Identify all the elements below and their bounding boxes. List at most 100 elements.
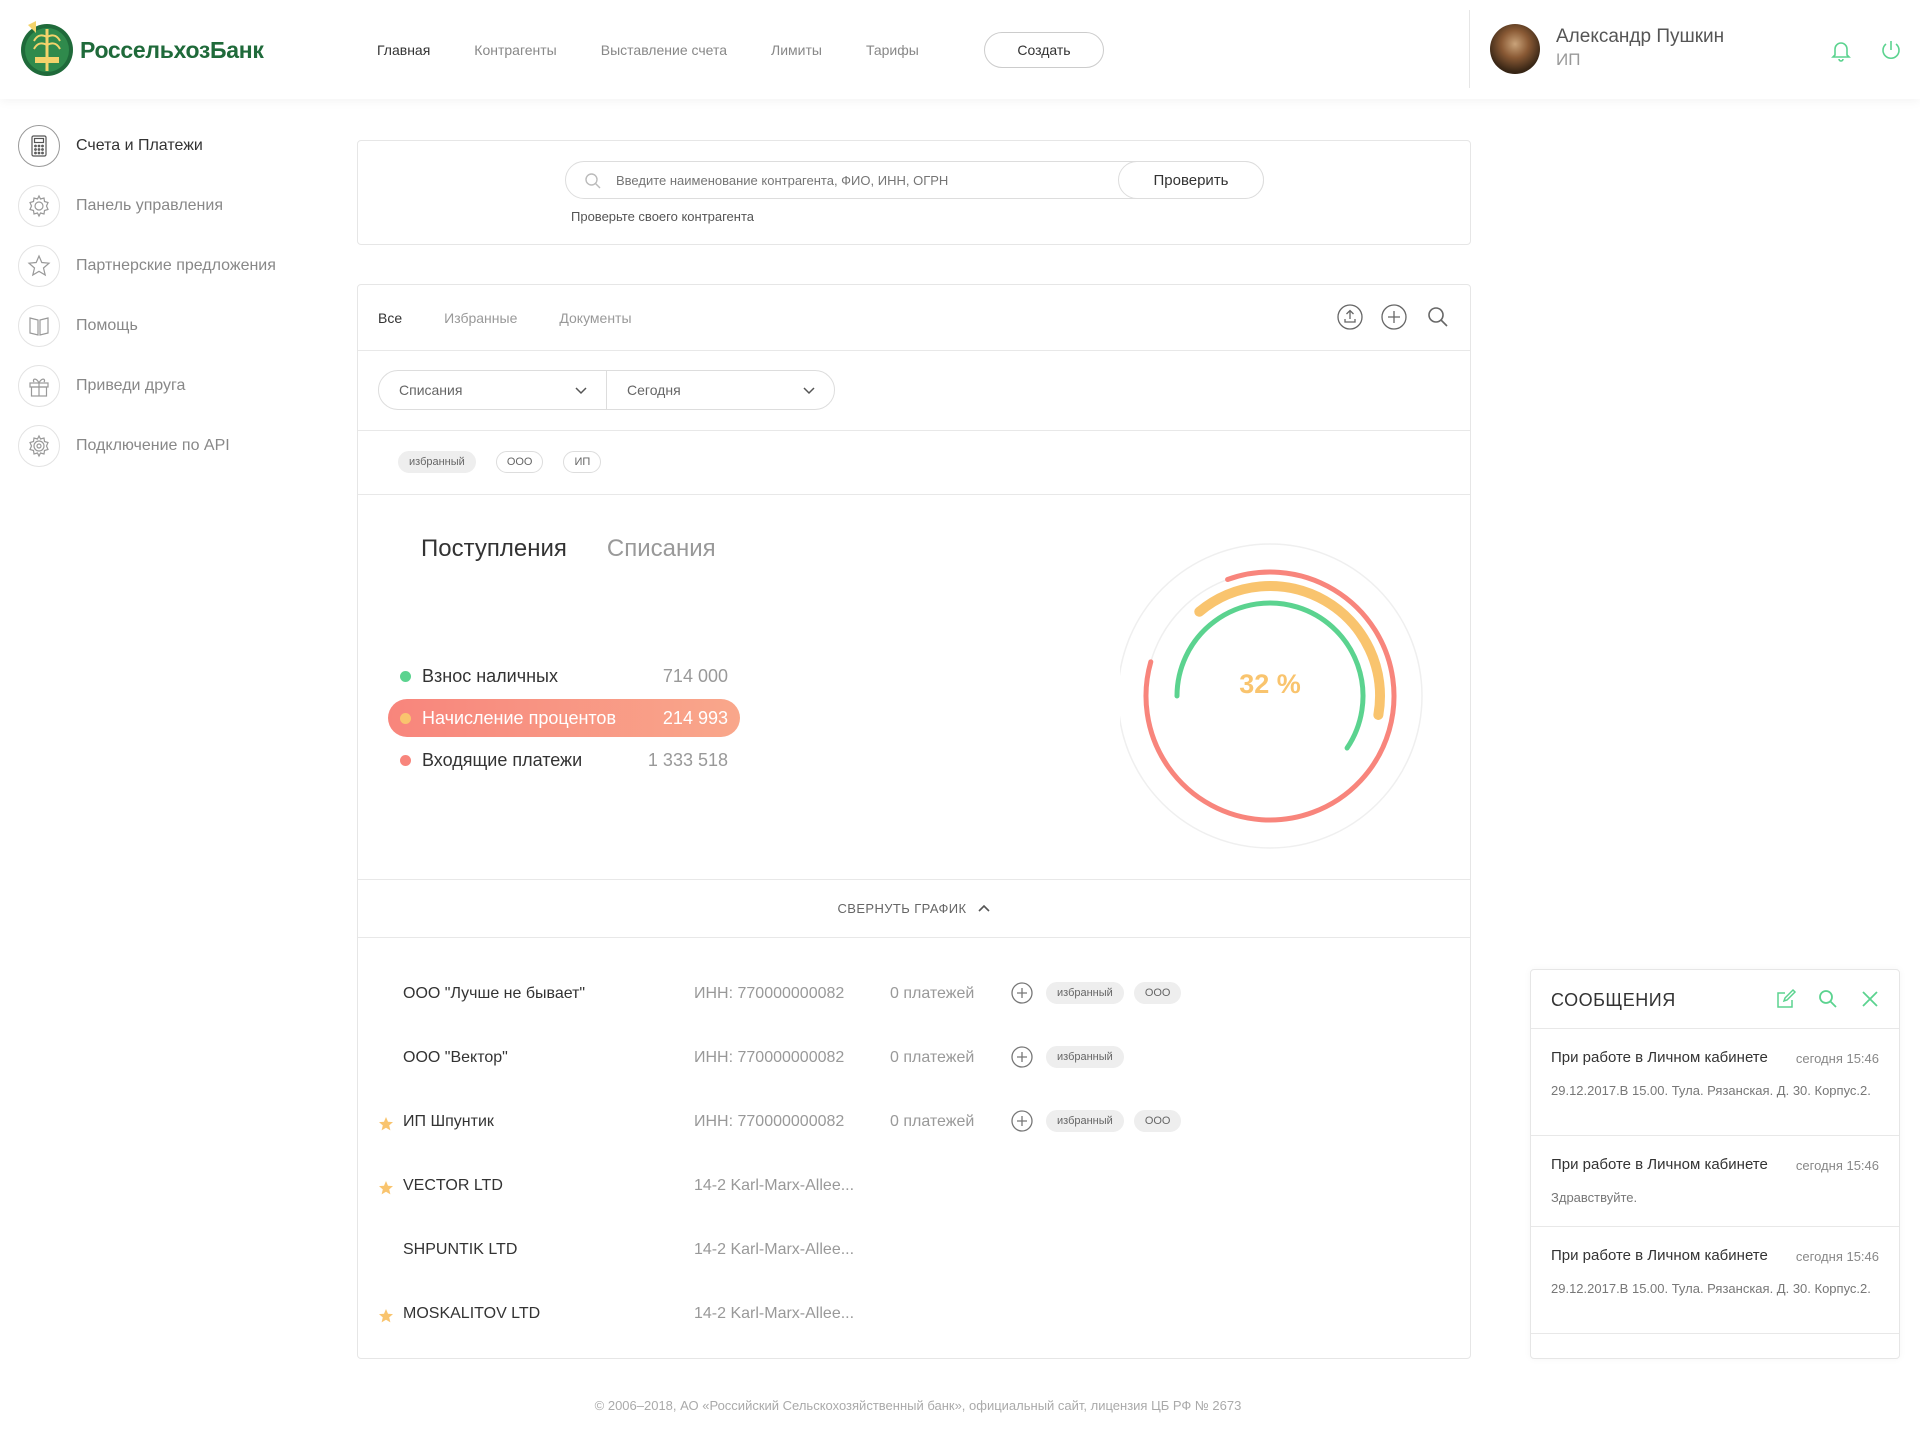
divider — [358, 430, 1470, 431]
messages-actions — [1775, 988, 1881, 1010]
row-chip[interactable]: избранный — [1046, 1046, 1124, 1068]
message-body: Здравствуйте. — [1551, 1190, 1638, 1205]
check-button[interactable]: Проверить — [1118, 161, 1264, 199]
row-chips: избранный ООО — [1046, 1110, 1182, 1132]
sidebar-item-control-panel[interactable]: Панель управления — [18, 185, 276, 227]
chart-tab-income[interactable]: Поступления — [421, 535, 567, 563]
bank-logo[interactable]: РоссельхозБанк — [20, 19, 264, 81]
sidebar-item-label: Приведи друга — [76, 377, 186, 394]
message-time: сегодня 15:46 — [1795, 1051, 1879, 1066]
collapse-chart-label: СВЕРНУТЬ ГРАФИК — [837, 900, 967, 916]
sidebar-item-label: Подключение по API — [76, 437, 230, 454]
table-row[interactable]: ООО "Лучше не бывает" ИНН: 770000000082 0 … — [358, 965, 1470, 1029]
row-chips: избранный — [1046, 1046, 1124, 1068]
counterparty-inn: 14-2 Karl-Marx-Allee... — [694, 1305, 855, 1322]
user-role: ИП — [1556, 50, 1581, 69]
message-body: 29.12.2017.В 15.00. Тула. Рязанская. Д. … — [1551, 1281, 1871, 1296]
table-row[interactable]: SHPUNTIK LTD 14-2 Karl-Marx-Allee... — [358, 1221, 1470, 1285]
nav-item-home[interactable]: Главная — [377, 40, 430, 60]
card-tabs: Все Избранные Документы — [378, 310, 674, 326]
counterparty-name[interactable]: SHPUNTIK LTD — [403, 1241, 517, 1259]
nav-item-limits[interactable]: Лимиты — [771, 40, 822, 60]
collapse-chart-button[interactable]: СВЕРНУТЬ ГРАФИК — [358, 879, 1470, 937]
avatar[interactable] — [1490, 24, 1540, 74]
row-chip[interactable]: ООО — [1133, 1110, 1182, 1132]
legend-value: 714 000 — [662, 665, 728, 686]
add-icon[interactable] — [1010, 1045, 1034, 1069]
search-icon[interactable] — [1817, 988, 1839, 1010]
star-icon[interactable] — [378, 1116, 394, 1132]
message-item[interactable]: При работе в Личном кабинете сегодня 15:… — [1531, 1029, 1899, 1136]
tab-documents[interactable]: Документы — [559, 310, 631, 326]
power-icon[interactable] — [1879, 38, 1903, 62]
table-row[interactable]: ООО "Вектор" ИНН: 770000000082 0 платежей и… — [358, 1029, 1470, 1093]
star-icon[interactable] — [378, 1180, 394, 1196]
close-icon[interactable] — [1859, 988, 1881, 1010]
sidebar-item-label: Партнерские предложения — [76, 257, 276, 274]
add-icon[interactable] — [1010, 1109, 1034, 1133]
nav-item-counterparties[interactable]: Контрагенты — [474, 40, 556, 60]
card-actions — [1336, 303, 1452, 331]
star-icon[interactable] — [378, 1308, 394, 1324]
footer: © 2006–2018, АО «Российский Сельскохозяй… — [594, 1398, 1242, 1413]
payments-count: 0 платежей — [890, 1113, 975, 1130]
row-chip[interactable]: избранный — [1046, 982, 1124, 1004]
legend-item[interactable]: Начисление процентов 214 993 — [388, 699, 740, 737]
chevron-down-icon — [803, 387, 815, 395]
counterparty-list: ООО "Лучше не бывает" ИНН: 770000000082 0 … — [358, 965, 1470, 1349]
chip-favorite[interactable]: избранный — [398, 451, 476, 473]
message-time: сегодня 15:46 — [1795, 1249, 1879, 1264]
chart-tab-expenses[interactable]: Списания — [607, 535, 716, 563]
legend-value: 214 993 — [662, 707, 728, 728]
counterparty-name[interactable]: ООО "Лучше не бывает" — [403, 985, 585, 1003]
chip-ooo[interactable]: ООО — [495, 451, 544, 473]
sidebar-item-help[interactable]: Помощь — [18, 305, 276, 347]
gear-icon — [18, 185, 60, 227]
legend-dot — [400, 670, 411, 682]
add-icon[interactable] — [1380, 303, 1408, 331]
header-divider — [1469, 10, 1470, 88]
table-row[interactable]: VECTOR LTD 14-2 Karl-Marx-Allee... — [358, 1157, 1470, 1221]
bell-icon[interactable] — [1829, 38, 1853, 62]
compose-icon[interactable] — [1775, 988, 1797, 1010]
counterparty-name[interactable]: ООО "Вектор" — [403, 1049, 508, 1067]
operation-type-select[interactable]: Списания — [379, 371, 606, 409]
tab-all[interactable]: Все — [378, 310, 402, 326]
messages-title: СООБЩЕНИЯ — [1551, 990, 1676, 1010]
counterparty-name[interactable]: ИП Шпунтик — [403, 1113, 494, 1131]
export-icon[interactable] — [1336, 303, 1364, 331]
legend-label: Входящие платежи — [422, 749, 583, 770]
message-body: 29.12.2017.В 15.00. Тула. Рязанская. Д. … — [1551, 1083, 1871, 1098]
counterparty-name[interactable]: MOSKALITOV LTD — [403, 1305, 540, 1323]
search-input[interactable] — [616, 162, 1096, 198]
message-subject: При работе в Личном кабинете — [1551, 1049, 1768, 1066]
chip-ip[interactable]: ИП — [563, 451, 602, 473]
legend-dot — [400, 754, 411, 766]
nav-item-tariffs[interactable]: Тарифы — [866, 40, 919, 60]
add-icon[interactable] — [1010, 981, 1034, 1005]
search-icon[interactable] — [1424, 303, 1452, 331]
tab-favorites[interactable]: Избранные — [444, 310, 517, 326]
counterparty-name[interactable]: VECTOR LTD — [403, 1177, 503, 1195]
user-name[interactable]: Александр Пушкин — [1556, 26, 1724, 48]
message-item[interactable]: При работе в Личном кабинете сегодня 15:… — [1531, 1136, 1899, 1227]
nav-item-invoicing[interactable]: Выставление счета — [601, 40, 727, 60]
table-row[interactable]: MOSKALITOV LTD 14-2 Karl-Marx-Allee... — [358, 1285, 1470, 1349]
sidebar-item-accounts[interactable]: Счета и Платежи — [18, 125, 276, 167]
counterparty-inn: 14-2 Karl-Marx-Allee... — [694, 1177, 855, 1194]
table-row[interactable]: ИП Шпунтик ИНН: 770000000082 0 платежей изб… — [358, 1093, 1470, 1157]
row-chip[interactable]: ООО — [1133, 982, 1182, 1004]
chevron-up-icon — [977, 904, 990, 912]
sidebar-item-partner-offers[interactable]: Партнерские предложения — [18, 245, 276, 287]
counterparty-inn: 14-2 Karl-Marx-Allee... — [694, 1241, 855, 1258]
bank-logo-emblem — [21, 21, 73, 76]
legend-item[interactable]: Взнос наличных 714 000 — [388, 657, 740, 695]
message-item[interactable]: При работе в Личном кабинете сегодня 15:… — [1531, 1227, 1899, 1334]
sidebar-item-api[interactable]: Подключение по API — [18, 425, 276, 467]
period-select[interactable]: Сегодня — [606, 371, 834, 409]
row-chip[interactable]: избранный — [1046, 1110, 1124, 1132]
sidebar-item-refer-friend[interactable]: Приведи друга — [18, 365, 276, 407]
legend-item[interactable]: Входящие платежи 1 333 518 — [388, 741, 740, 779]
create-button[interactable]: Создать — [984, 32, 1104, 68]
sidebar: Счета и Платежи Панель управления Партне… — [18, 125, 276, 485]
